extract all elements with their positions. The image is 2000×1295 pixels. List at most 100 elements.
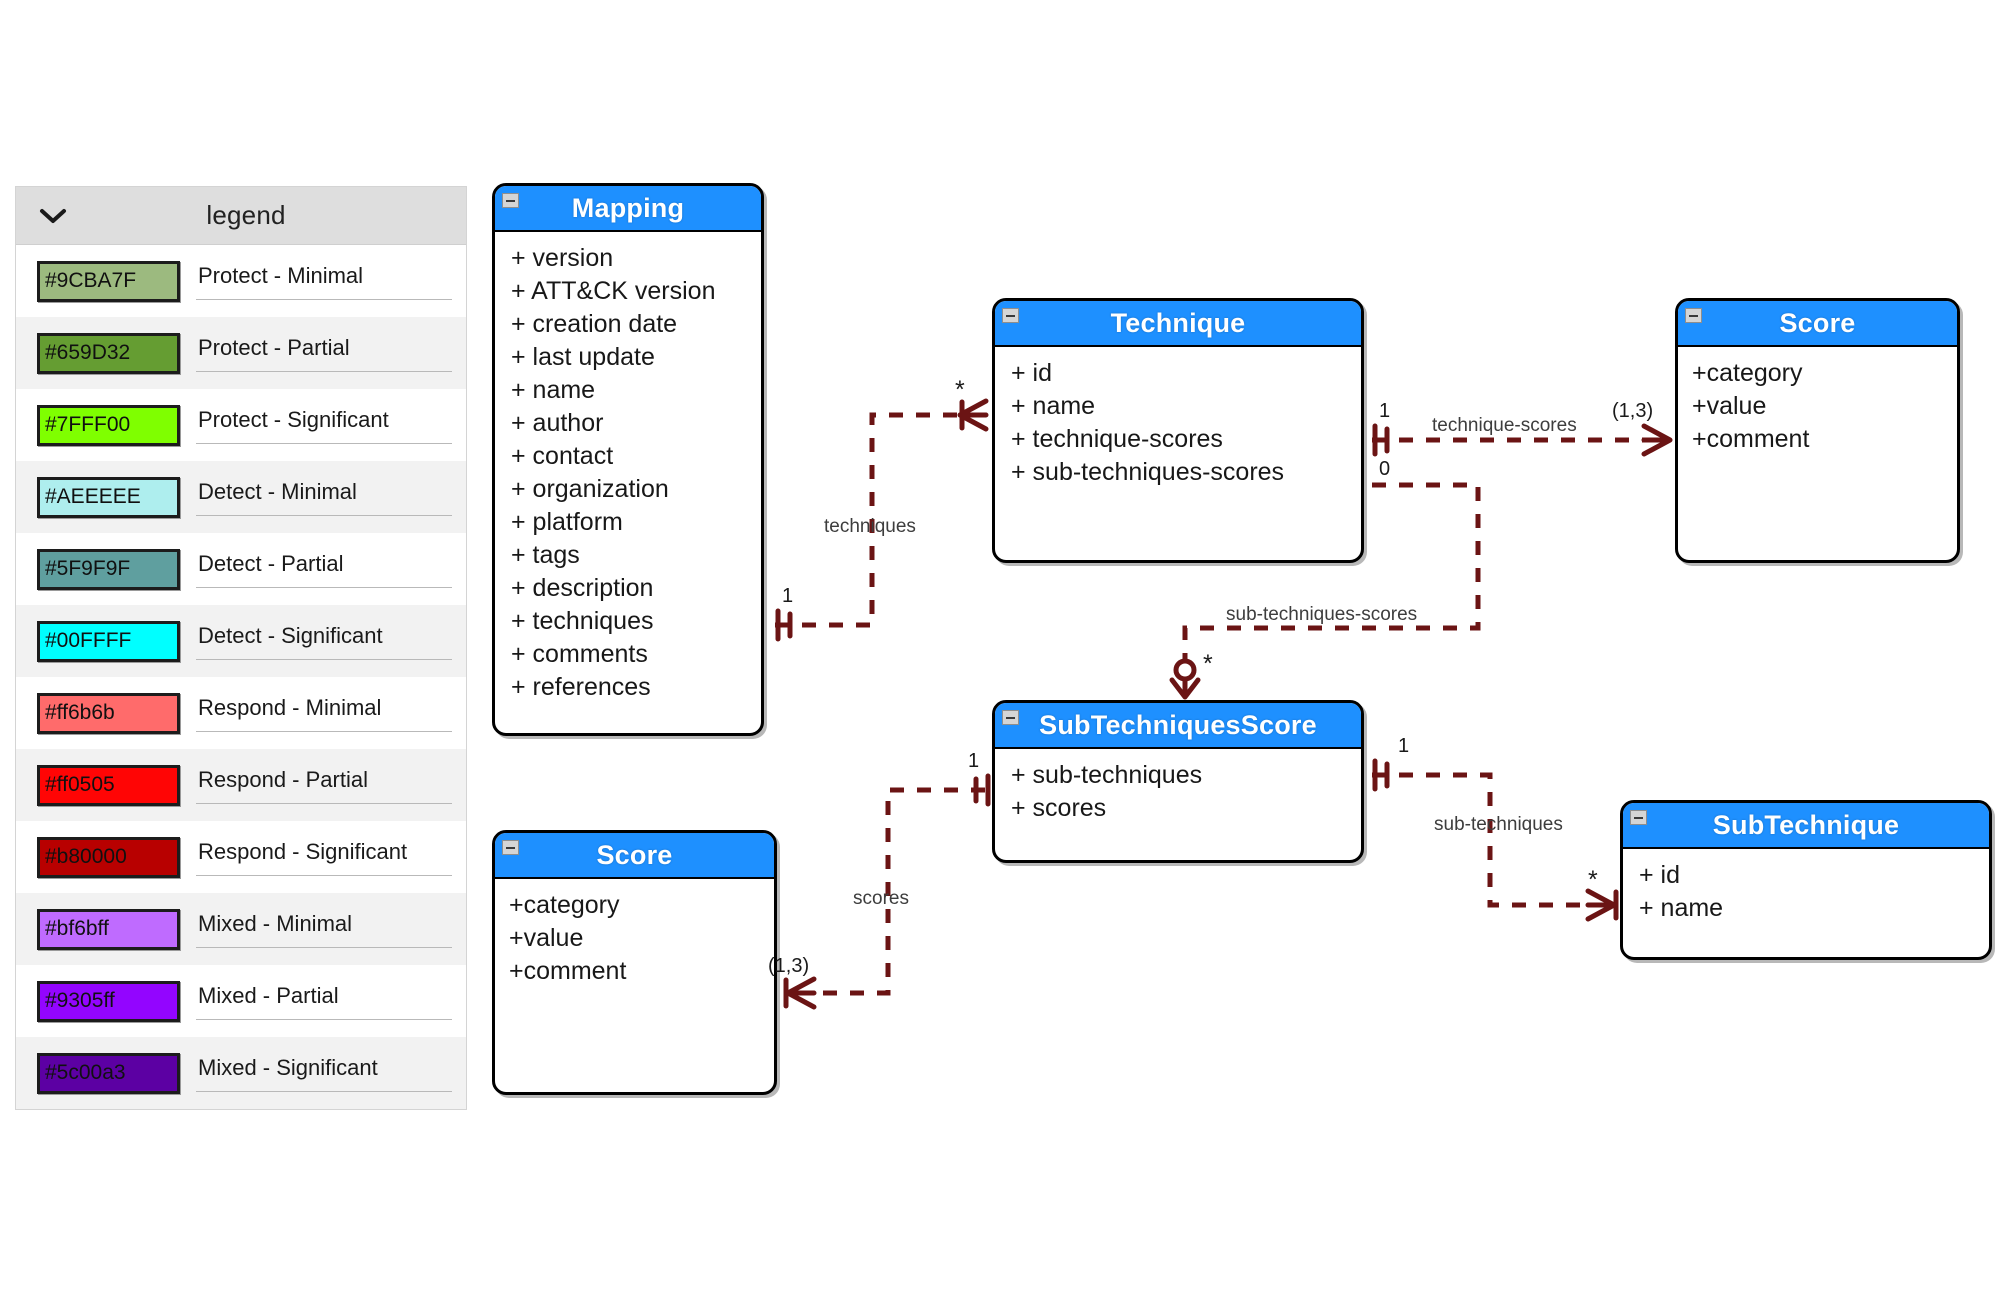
collapse-minus-icon[interactable] bbox=[502, 193, 519, 208]
legend-label-wrap: Respond - Significant bbox=[196, 821, 466, 893]
class-attribute: + sub-techniques bbox=[1011, 761, 1203, 789]
legend-divider bbox=[196, 730, 452, 732]
legend-row[interactable]: #ff0505 Respond - Partial bbox=[16, 749, 466, 821]
class-title-technique: Technique bbox=[1110, 307, 1246, 338]
diagram-canvas: legend #9CBA7F Protect - Minimal #659D32 Pr… bbox=[0, 0, 2000, 1295]
legend-swatch-wrap: #00FFFF bbox=[16, 605, 196, 677]
legend-color-swatch: #9305ff bbox=[37, 980, 180, 1022]
legend-row[interactable]: #00FFFF Detect - Significant bbox=[16, 605, 466, 677]
class-attribute: + name bbox=[1639, 894, 1724, 922]
class-attribute: + version bbox=[511, 244, 614, 272]
cardinality-sub-techniques-source: 1 bbox=[1398, 735, 1410, 757]
collapse-minus-icon[interactable] bbox=[1002, 710, 1019, 725]
class-attribute: + contact bbox=[511, 442, 614, 470]
legend-label-wrap: Protect - Minimal bbox=[196, 245, 466, 317]
marker-many-subtech-target bbox=[1585, 888, 1617, 922]
legend-divider bbox=[196, 514, 452, 516]
legend-row[interactable]: #5F9F9F Detect - Partial bbox=[16, 533, 466, 605]
edge-sub-techniques bbox=[1372, 772, 1612, 908]
class-attribute: + references bbox=[511, 673, 651, 701]
class-box-technique[interactable]: Technique + id + name + technique-scores + … bbox=[992, 298, 1364, 563]
legend-row[interactable]: #7FFF00 Protect - Significant bbox=[16, 389, 466, 461]
legend-swatch-wrap: #9305ff bbox=[16, 965, 196, 1037]
marker-many-scores-target bbox=[785, 976, 817, 1010]
class-box-score-top[interactable]: Score +category +value +comment bbox=[1675, 298, 1960, 563]
class-box-score-bottom[interactable]: Score +category +value +comment bbox=[492, 830, 777, 1095]
legend-header[interactable]: legend bbox=[16, 187, 466, 245]
legend-color-swatch: #7FFF00 bbox=[37, 404, 180, 446]
legend-item-label: Detect - Significant bbox=[198, 622, 383, 648]
class-header-subtechniquesscore: SubTechniquesScore bbox=[995, 703, 1361, 749]
class-title-score-top: Score bbox=[1779, 307, 1856, 338]
legend-item-label: Mixed - Partial bbox=[198, 982, 339, 1008]
legend-panel: legend #9CBA7F Protect - Minimal #659D32 Pr… bbox=[15, 186, 467, 1110]
legend-item-label: Respond - Minimal bbox=[198, 694, 382, 720]
legend-divider bbox=[196, 1090, 452, 1092]
legend-swatch-wrap: #5c00a3 bbox=[16, 1037, 196, 1109]
legend-divider bbox=[196, 658, 452, 660]
legend-label-wrap: Mixed - Partial bbox=[196, 965, 466, 1037]
legend-swatch-wrap: #9CBA7F bbox=[16, 245, 196, 317]
legend-color-swatch: #ff0505 bbox=[37, 764, 180, 806]
class-attribute: + organization bbox=[511, 475, 669, 503]
class-title-subtechnique: SubTechnique bbox=[1712, 809, 1900, 840]
class-title-mapping: Mapping bbox=[571, 192, 685, 223]
legend-row[interactable]: #659D32 Protect - Partial bbox=[16, 317, 466, 389]
class-attributes-score-top: +category +value +comment bbox=[1678, 347, 1957, 464]
legend-swatch-wrap: #AEEEEE bbox=[16, 461, 196, 533]
collapse-minus-icon[interactable] bbox=[502, 840, 519, 855]
class-attribute: + last update bbox=[511, 343, 655, 371]
legend-label-wrap: Protect - Partial bbox=[196, 317, 466, 389]
legend-divider bbox=[196, 946, 452, 948]
cardinality-technique-scores-source: 1 bbox=[1379, 400, 1391, 422]
chevron-down-icon[interactable] bbox=[38, 201, 68, 231]
cardinality-scores-target: (1,3) bbox=[768, 955, 810, 977]
class-header-subtechnique: SubTechnique bbox=[1623, 803, 1989, 849]
class-box-subtechniquesscore[interactable]: SubTechniquesScore + sub-techniques + sco… bbox=[992, 700, 1364, 863]
legend-row[interactable]: #9CBA7F Protect - Minimal bbox=[16, 245, 466, 317]
class-attribute: +comment bbox=[509, 957, 627, 985]
class-box-subtechnique[interactable]: SubTechnique + id + name bbox=[1620, 800, 1992, 960]
cardinality-sub-techniques-target: * bbox=[1588, 866, 1598, 894]
legend-row[interactable]: #bf6bff Mixed - Minimal bbox=[16, 893, 466, 965]
class-attribute: + id bbox=[1011, 359, 1053, 387]
legend-row[interactable]: #AEEEEE Detect - Minimal bbox=[16, 461, 466, 533]
class-attributes-score-bottom: +category +value +comment bbox=[495, 879, 774, 996]
edge-label-technique-scores: technique-scores bbox=[1432, 415, 1577, 436]
marker-zero-circle-stsscores bbox=[1173, 658, 1197, 682]
class-attribute: +comment bbox=[1692, 425, 1810, 453]
marker-many-stsscores-target bbox=[1169, 677, 1201, 700]
legend-row[interactable]: #5c00a3 Mixed - Significant bbox=[16, 1037, 466, 1109]
legend-label-wrap: Respond - Minimal bbox=[196, 677, 466, 749]
legend-row[interactable]: #9305ff Mixed - Partial bbox=[16, 965, 466, 1037]
class-attribute: + comments bbox=[511, 640, 648, 668]
legend-divider bbox=[196, 586, 452, 588]
class-attribute: + name bbox=[1011, 392, 1096, 420]
legend-row[interactable]: #b80000 Respond - Significant bbox=[16, 821, 466, 893]
legend-item-label: Protect - Partial bbox=[198, 334, 350, 360]
class-header-mapping: Mapping bbox=[495, 186, 761, 232]
cardinality-sub-techniques-scores-source: 0 bbox=[1379, 458, 1391, 480]
legend-label-wrap: Detect - Significant bbox=[196, 605, 466, 677]
collapse-minus-icon[interactable] bbox=[1685, 308, 1702, 323]
legend-row[interactable]: #ff6b6b Respond - Minimal bbox=[16, 677, 466, 749]
class-attribute: + sub-techniques-scores bbox=[1011, 458, 1285, 486]
edge-label-scores: scores bbox=[853, 888, 909, 909]
legend-label-wrap: Mixed - Significant bbox=[196, 1037, 466, 1109]
class-box-mapping[interactable]: Mapping + version + ATT&CK version + creat… bbox=[492, 183, 764, 736]
edge-label-sub-techniques-scores: sub-techniques-scores bbox=[1226, 604, 1418, 625]
cardinality-technique-scores-target: (1,3) bbox=[1612, 400, 1654, 422]
class-attribute: +category bbox=[1692, 359, 1803, 387]
legend-item-label: Respond - Significant bbox=[198, 838, 408, 864]
legend-label-wrap: Detect - Partial bbox=[196, 533, 466, 605]
marker-many-techscores-target bbox=[1641, 423, 1673, 457]
collapse-minus-icon[interactable] bbox=[1630, 810, 1647, 825]
class-attributes-subtechnique: + id + name bbox=[1623, 849, 1989, 933]
class-attribute: +category bbox=[509, 891, 620, 919]
cardinality-techniques-target: * bbox=[955, 376, 965, 404]
collapse-minus-icon[interactable] bbox=[1002, 308, 1019, 323]
class-attribute: + tags bbox=[511, 541, 580, 569]
legend-swatch-wrap: #ff6b6b bbox=[16, 677, 196, 749]
legend-swatch-wrap: #ff0505 bbox=[16, 749, 196, 821]
class-title-subtechniquesscore: SubTechniquesScore bbox=[1039, 709, 1317, 740]
